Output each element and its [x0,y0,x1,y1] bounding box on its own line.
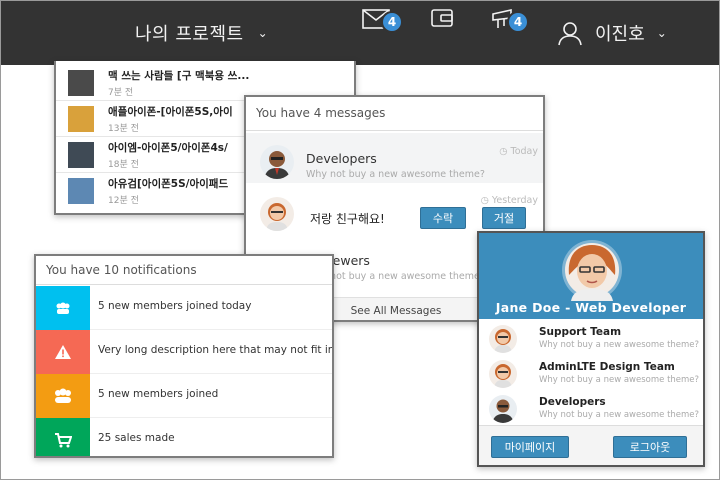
product-title: 맥 쓰는 사람들 [구 맥북용 쓰... [108,70,250,82]
logout-button[interactable]: 로그아웃 [613,436,687,458]
screenshot-frame: 나의 프로젝트 ⌄ 4 4 이진호 ⌄ 맥 쓰는 사람들 [구 맥북용 쓰...… [0,0,720,480]
warning-icon [36,330,90,374]
notification-item[interactable]: Very long description here that may not … [36,330,334,374]
message-time-text: Today [510,146,538,157]
notification-text: 5 new members joined [98,388,219,400]
product-time: 18분 전 [108,160,139,170]
team-name: AdminLTE Design Team [539,361,675,373]
mypage-button[interactable]: 마이페이지 [491,436,569,458]
list-item[interactable]: Support Team Why not buy a new awesome t… [479,321,703,357]
user-header-name: Jane Doe - Web Developer [495,300,687,315]
friend-request-text: 저랑 친구해요! [310,212,385,226]
wallet-menu[interactable] [425,1,459,35]
product-time: 13분 전 [108,124,139,134]
avatar [489,325,517,353]
avatar [489,395,517,423]
users-icon [36,286,90,330]
reject-button[interactable]: 거절 [482,207,526,229]
top-navbar: 나의 프로젝트 ⌄ 4 4 이진호 ⌄ [1,1,719,65]
message-time: ◷ Today [499,146,538,157]
messages-badge: 4 [381,11,403,33]
group-icon [36,374,90,418]
notifications-header: You have 10 notifications [36,256,332,285]
message-sender: Developers [306,151,377,166]
user-account-dropdown: Jane Doe - Web Developer Support Team Wh… [477,231,705,467]
product-thumbnail [68,178,94,204]
product-thumbnail [68,142,94,168]
notification-item[interactable]: 5 new members joined today [36,286,332,330]
notifications-badge: 4 [507,11,529,33]
notification-item[interactable]: 25 sales made [36,418,332,456]
user-menu[interactable]: 이진호 ⌄ [557,1,667,65]
project-menu[interactable]: 나의 프로젝트 ⌄ [135,1,268,65]
product-thumbnail [68,106,94,132]
list-item[interactable]: Developers Why not buy a new awesome the… [479,391,703,427]
messages-menu[interactable]: 4 [359,1,403,35]
team-preview: Why not buy a new awesome theme? [539,375,700,385]
cart-icon [36,418,90,456]
notification-item[interactable]: 5 new members joined [36,374,332,418]
message-time-text: Yesterday [491,195,538,206]
project-menu-label: 나의 프로젝트 [135,24,244,45]
team-preview: Why not buy a new awesome theme? [539,410,700,420]
avatar [260,197,294,231]
product-thumbnail [68,70,94,96]
product-time: 7분 전 [108,88,134,98]
message-preview: Why not buy a new awesome theme? [306,169,485,180]
list-item[interactable]: AdminLTE Design Team Why not buy a new a… [479,356,703,392]
avatar [260,145,294,179]
chevron-down-icon: ⌄ [257,26,269,40]
team-preview: Why not buy a new awesome theme? [539,340,700,350]
notification-text: 25 sales made [98,432,175,444]
product-title: 아이엠-아이폰5/아이폰4s/ [108,142,228,154]
messages-header: You have 4 messages [246,97,543,131]
notifications-dropdown: You have 10 notifications 5 new members … [34,254,334,458]
notifications-menu[interactable]: 4 [485,1,529,35]
user-icon [558,22,582,46]
product-time: 12분 전 [108,196,139,206]
team-name: Developers [539,396,606,408]
wallet-icon [431,9,453,27]
product-title: 애플아이폰-[아이폰5S,아이 [108,106,233,118]
notification-text: 5 new members joined today [98,300,252,312]
user-header: Jane Doe - Web Developer [479,233,703,319]
chevron-down-icon: ⌄ [656,26,667,40]
avatar [549,239,635,301]
notification-text: Very long description here that may not … [98,344,334,356]
message-time: ◷ Yesterday [480,195,538,206]
user-menu-name: 이진호 [595,24,645,45]
user-footer: 마이페이지 로그아웃 [479,425,703,465]
avatar [489,360,517,388]
accept-button[interactable]: 수락 [420,207,466,229]
product-title: 아유검[아이폰5S/아이패드 [108,178,229,190]
team-name: Support Team [539,326,622,338]
message-item[interactable]: Developers Why not buy a new awesome the… [246,133,543,183]
